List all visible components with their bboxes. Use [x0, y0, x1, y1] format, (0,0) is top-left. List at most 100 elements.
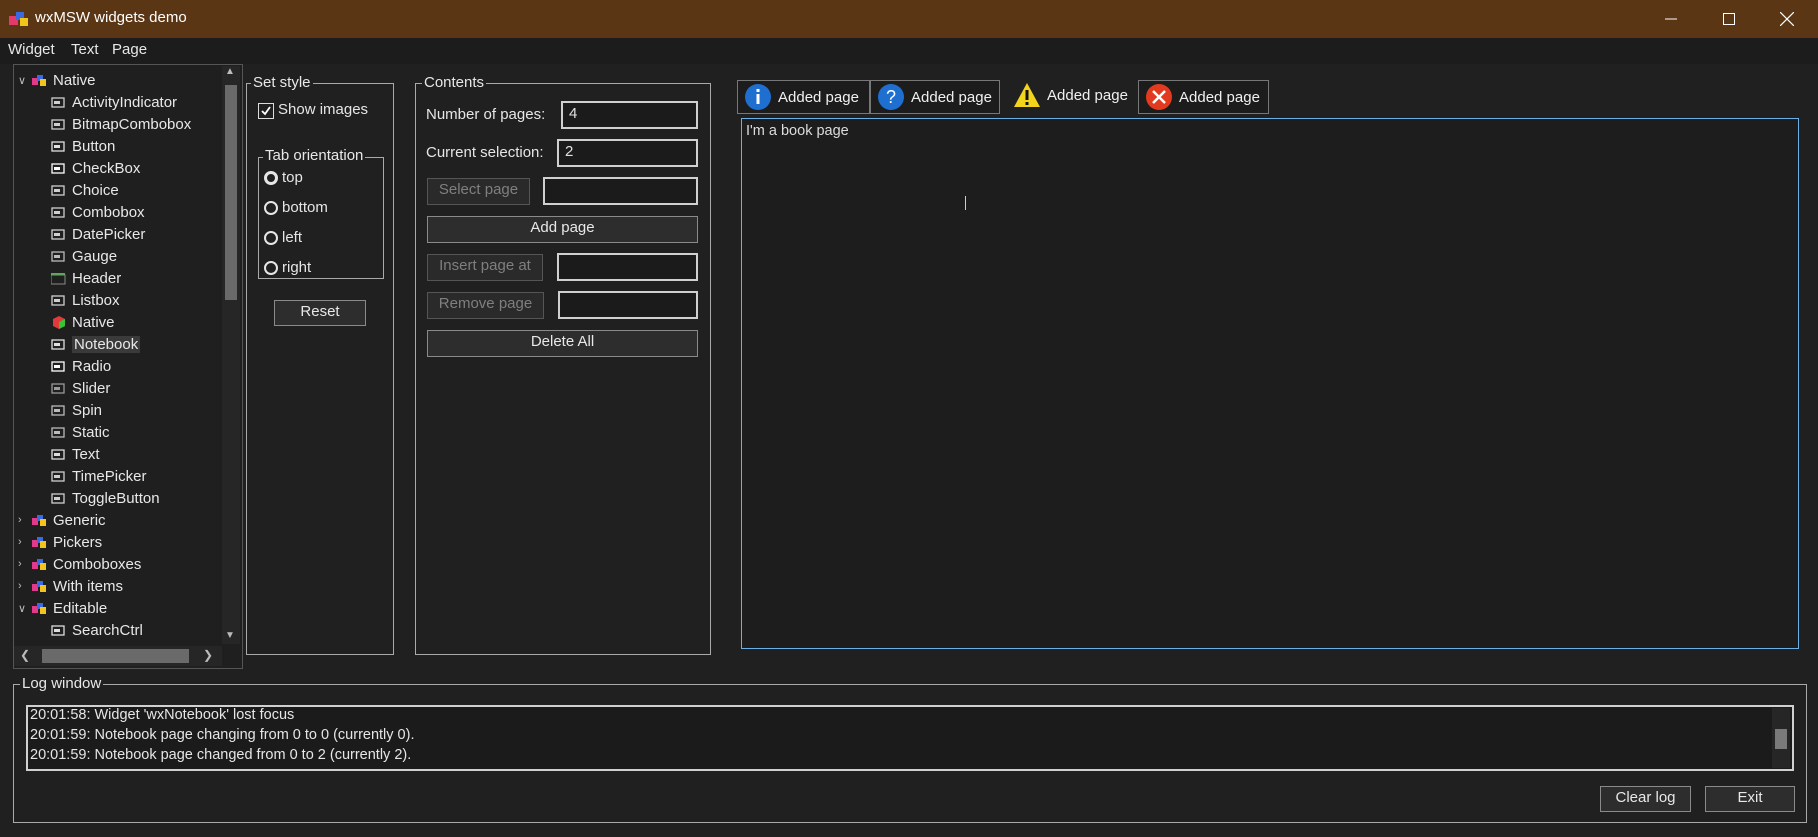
tree-item-label: Native: [72, 313, 115, 331]
menu-text[interactable]: Text: [71, 41, 99, 58]
radio-left-label[interactable]: left: [282, 229, 302, 246]
minimize-button[interactable]: [1642, 0, 1700, 38]
tree-item-generic[interactable]: › Generic: [18, 509, 106, 531]
maximize-button[interactable]: [1700, 0, 1758, 38]
show-images-checkbox[interactable]: [258, 103, 274, 119]
tree-item-bitmapcombobox[interactable]: BitmapCombobox: [51, 113, 191, 135]
tree-item-togglebutton[interactable]: ToggleButton: [51, 487, 160, 509]
tree-horizontal-scroll-thumb[interactable]: [42, 649, 189, 663]
datepicker-icon: [51, 228, 65, 240]
chevron-right-icon[interactable]: ›: [18, 536, 22, 548]
tree-item-header[interactable]: Header: [51, 267, 121, 289]
clear-log-button[interactable]: Clear log: [1600, 786, 1691, 812]
log-scroll-thumb[interactable]: [1775, 729, 1787, 749]
remove-page-field[interactable]: [558, 291, 698, 319]
radio-top-label[interactable]: top: [282, 169, 303, 186]
tree-item-pickers[interactable]: › Pickers: [18, 531, 102, 553]
widget-tree[interactable]: ∨ Native ActivityIndicator BitmapCombobox Bu…: [13, 64, 243, 669]
tree-item-label: Header: [72, 269, 122, 287]
scroll-down-icon[interactable]: ▼: [225, 630, 235, 641]
reset-button[interactable]: Reset: [274, 300, 366, 326]
number-of-pages-field[interactable]: 4: [561, 101, 698, 129]
log-window-title: Log window: [20, 675, 104, 692]
select-page-field[interactable]: [543, 177, 698, 205]
chevron-right-icon[interactable]: ›: [18, 580, 22, 592]
scroll-up-icon[interactable]: ▲: [225, 66, 235, 77]
tree-item-native[interactable]: Native: [51, 311, 115, 333]
tree-item-label: Generic: [53, 511, 106, 529]
tree-item-timepicker[interactable]: TimePicker: [51, 465, 146, 487]
notebook-tab-2[interactable]: ? Added page: [870, 80, 1000, 114]
tree-item-label: Slider: [72, 379, 111, 397]
radio-right-label[interactable]: right: [282, 259, 311, 276]
menu-page[interactable]: Page: [112, 41, 147, 58]
add-page-button[interactable]: Add page: [427, 216, 698, 243]
tree-item-searchctrl[interactable]: SearchCtrl: [51, 619, 143, 641]
tree-item-notebook[interactable]: Notebook: [51, 333, 141, 355]
exit-button[interactable]: Exit: [1705, 786, 1795, 812]
tree-item-label: Notebook: [72, 335, 141, 353]
choice-icon: [51, 184, 65, 196]
error-icon: [1146, 84, 1172, 110]
radio-right[interactable]: [264, 261, 278, 275]
tree-item-activityindicator[interactable]: ActivityIndicator: [51, 91, 177, 113]
tree-item-gauge[interactable]: Gauge: [51, 245, 117, 267]
current-selection-field[interactable]: 2: [557, 139, 698, 167]
tree-item-datepicker[interactable]: DatePicker: [51, 223, 145, 245]
menu-bar: [0, 38, 1818, 64]
radio-bottom[interactable]: [264, 201, 278, 215]
chevron-right-icon[interactable]: ›: [18, 514, 22, 526]
notebook-tab-4[interactable]: Added page: [1138, 80, 1269, 114]
chevron-down-icon[interactable]: ∨: [18, 602, 26, 615]
tree-item-spin[interactable]: Spin: [51, 399, 102, 421]
listbox-icon: [51, 294, 65, 306]
notebook-tab-2-label: Added page: [911, 88, 992, 106]
remove-page-button[interactable]: Remove page: [427, 292, 544, 319]
select-page-button[interactable]: Select page: [427, 178, 530, 205]
menu-widget[interactable]: Widget: [8, 41, 55, 58]
tree-vertical-scroll-thumb[interactable]: [225, 85, 237, 300]
delete-all-button[interactable]: Delete All: [427, 330, 698, 357]
text-icon: [51, 448, 65, 460]
insert-page-at-field[interactable]: [557, 253, 698, 281]
tree-item-text[interactable]: Text: [51, 443, 100, 465]
notebook-tab-1[interactable]: Added page: [737, 80, 870, 114]
radio-icon: [51, 360, 65, 372]
show-images-label[interactable]: Show images: [278, 101, 368, 118]
radio-top[interactable]: [264, 171, 278, 185]
checkbox-icon: [51, 162, 65, 174]
chevron-down-icon[interactable]: ∨: [18, 74, 26, 87]
tree-item-combobox[interactable]: Combobox: [51, 201, 145, 223]
folder-icon: [32, 558, 46, 570]
tree-item-radio[interactable]: Radio: [51, 355, 111, 377]
insert-page-at-button[interactable]: Insert page at: [427, 254, 543, 281]
tree-item-label: TimePicker: [72, 467, 147, 485]
tree-item-editable[interactable]: ∨ Editable: [18, 597, 107, 619]
tree-item-comboboxes[interactable]: › Comboboxes: [18, 553, 141, 575]
notebook-tab-3[interactable]: Added page: [1006, 79, 1134, 111]
folder-icon: [32, 74, 46, 86]
chevron-right-icon[interactable]: ›: [18, 558, 22, 570]
tree-item-checkbox[interactable]: CheckBox: [51, 157, 140, 179]
tree-item-with-items[interactable]: › With items: [18, 575, 123, 597]
tree-item-label: DatePicker: [72, 225, 146, 243]
app-icon: [9, 12, 28, 26]
close-icon: [1780, 12, 1794, 26]
tree-item-choice[interactable]: Choice: [51, 179, 119, 201]
text-cursor-icon: [965, 196, 968, 210]
maximize-icon: [1723, 13, 1735, 25]
close-button[interactable]: [1758, 0, 1816, 38]
notebook-tab-4-label: Added page: [1179, 88, 1260, 106]
tree-item-slider[interactable]: Slider: [51, 377, 110, 399]
radio-bottom-label[interactable]: bottom: [282, 199, 328, 216]
tree-item-label: SearchCtrl: [72, 621, 143, 639]
button-icon: [51, 140, 65, 152]
scroll-left-icon[interactable]: ❮: [20, 648, 30, 662]
tree-item-listbox[interactable]: Listbox: [51, 289, 120, 311]
scroll-right-icon[interactable]: ❯: [203, 648, 213, 662]
radio-left[interactable]: [264, 231, 278, 245]
tree-item-button[interactable]: Button: [51, 135, 115, 157]
notebook-page-text[interactable]: I'm a book page: [741, 118, 1799, 649]
tree-item-static[interactable]: Static: [51, 421, 110, 443]
tree-item-native[interactable]: ∨ Native: [18, 69, 96, 91]
